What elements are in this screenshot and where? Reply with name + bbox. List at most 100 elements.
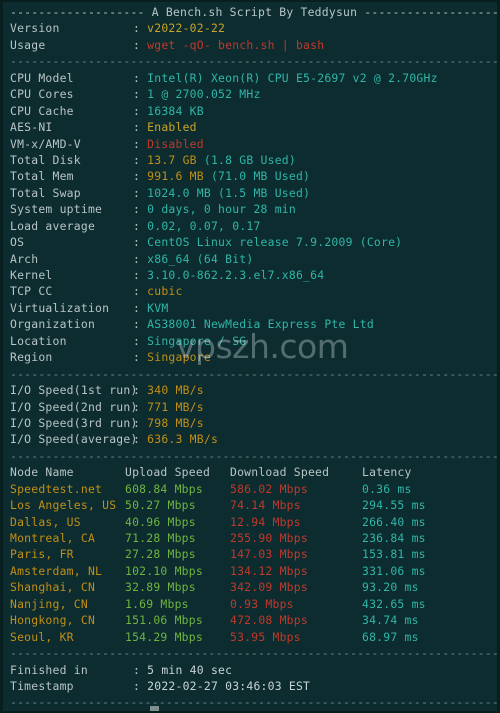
system-info-value: CentOS Linux release 7.9.2009 (Core) [147,235,403,250]
version-row: Version: v2022-02-22 [3,20,497,36]
speedtest-rows: Speedtest.net 608.84 Mbps 586.02 Mbps 0.36 … [3,481,497,645]
speedtest-download-speed: 147.03 Mbps [230,547,308,562]
system-info-row: Location: Singapore / SG [3,333,497,349]
separator-line: ----------------------------------------… [10,54,497,69]
system-info-label: Virtualization [10,300,110,315]
finished-in-row: Finished in: 5 min 40 sec [3,662,497,678]
speedtest-latency: 68.97 ms [362,629,419,644]
column-header-node-name: Node Name [10,465,74,480]
terminal-cursor [150,706,159,711]
system-info-value: 0 days, 0 hour 28 min [147,202,296,217]
speedtest-node-name: Dallas, US [10,514,81,529]
speedtest-node-name: Montreal, CA [10,531,96,545]
system-info-label: Organization [10,317,96,332]
system-info-label: Region [10,350,53,365]
system-info-value: 0.02, 0.07, 0.17 [147,218,261,233]
system-info-row: Region: Singapore [3,349,497,365]
io-speed-value: 798 MB/s [147,415,204,430]
system-info-label: Load average [10,218,96,233]
system-info-row: Total Disk: 13.7 GB (1.8 GB Used) [3,152,497,168]
system-info-value-suffix: (71.0 MB Used) [203,169,311,184]
io-speed-label: I/O Speed(1st run) [10,383,138,398]
colon: : [133,399,148,414]
io-speed-block: I/O Speed(1st run): 340 MB/s I/O Speed(2n… [3,382,497,448]
speedtest-latency: 34.74 ms [362,613,419,628]
speedtest-download-speed: 134.12 Mbps [230,563,308,578]
system-info-label: Arch [10,251,39,266]
system-info-value: Singapore / SG [147,333,247,348]
colon: : [133,169,148,184]
colon: : [133,37,148,52]
system-info-row: Kernel: 3.10.0-862.2.3.el7.x86_64 [3,267,497,283]
speedtest-node-name: Amsterdam, NL [10,563,103,578]
system-info-row: CPU Cores: 1 @ 2700.052 MHz [3,86,497,102]
speedtest-download-speed: 53.95 Mbps [230,629,301,644]
system-info-label: Kernel [10,268,53,282]
speedtest-node-name: Paris, FR [10,547,74,562]
colon: : [133,350,148,365]
separator-line: ----------------------------------------… [10,646,497,661]
system-info-value: Disabled [147,136,204,151]
system-info-value: Singapore [147,350,211,365]
speedtest-upload-speed: 40.96 Mbps [125,514,196,529]
usage-label: Usage [10,37,46,52]
speedtest-download-speed: 342.09 Mbps [230,580,308,595]
system-info-value: 1024.0 MB [147,185,211,200]
terminal-window[interactable]: ------------------- A Bench.sh Script By… [0,0,500,713]
system-info-row: VM-x/AMD-V: Disabled [3,136,497,152]
system-info-label: OS [10,235,25,250]
system-info-label: Total Swap [10,185,81,200]
speedtest-upload-speed: 1.69 Mbps [125,596,189,611]
system-info-label: CPU Cache [10,103,74,118]
system-info-value: 3.10.0-862.2.3.el7.x86_64 [147,268,325,282]
column-header-download-speed: Download Speed [230,465,330,480]
speedtest-upload-speed: 27.28 Mbps [125,547,196,562]
colon: : [133,185,148,200]
system-info-row: Organization: AS38001 NewMedia Express P… [3,316,497,332]
speedtest-download-speed: 74.14 Mbps [230,498,301,513]
colon: : [133,284,148,299]
speedtest-upload-speed: 151.06 Mbps [125,613,203,628]
system-info-row: Load average: 0.02, 0.07, 0.17 [3,218,497,234]
speedtest-node-name: Nanjing, CN [10,596,88,611]
system-info-block: CPU Model: Intel(R) Xeon(R) CPU E5-2697 … [3,70,497,366]
colon: : [133,383,148,398]
separator-line: ----------------------------------------… [10,695,497,710]
speedtest-upload-speed: 608.84 Mbps [125,481,203,496]
separator-line: ----------------------------------------… [10,448,497,463]
timestamp-row: Timestamp: 2022-02-27 03:46:03 EST [3,678,497,694]
speedtest-row: Shanghai, CN 32.89 Mbps 342.09 Mbps 93.20 m… [3,579,497,595]
speedtest-download-speed: 472.08 Mbps [230,613,308,628]
colon: : [133,202,148,217]
speedtest-latency: 153.81 ms [362,547,426,562]
colon: : [133,120,148,135]
io-speed-value: 636.3 MB/s [147,432,219,447]
speedtest-node-name: Shanghai, CN [10,580,96,595]
speedtest-download-speed: 586.02 Mbps [230,481,308,496]
colon: : [133,87,148,102]
io-speed-row: I/O Speed(1st run): 340 MB/s [3,382,497,398]
system-info-row: AES-NI: Enabled [3,119,497,135]
io-speed-row: I/O Speed(average): 636.3 MB/s [3,431,497,447]
system-info-value: Intel(R) Xeon(R) CPU E5-2697 v2 @ 2.70GH… [147,70,438,85]
colon: : [133,218,148,233]
system-info-value: AS38001 NewMedia Express Pte Ltd [147,317,374,332]
speedtest-row: Los Angeles, US 50.27 Mbps 74.14 Mbps 294.5… [3,497,497,513]
colon: : [133,300,148,315]
speedtest-row: Seoul, KR 154.29 Mbps 53.95 Mbps 68.97 ms [3,629,497,645]
system-info-row: Total Swap: 1024.0 MB (1.5 MB Used) [3,185,497,201]
speedtest-latency: 266.40 ms [362,514,426,529]
timestamp-value: 2022-02-27 03:46:03 EST [147,678,311,693]
usage-row: Usage: wget -qO- bench.sh | bash [3,37,497,53]
speedtest-upload-speed: 32.89 Mbps [125,580,196,595]
io-speed-value: 340 MB/s [147,383,204,398]
system-info-label: TCP CC [10,284,53,299]
speedtest-latency: 432.65 ms [362,596,426,611]
speedtest-upload-speed: 102.10 Mbps [125,563,203,578]
system-info-row: Virtualization: KVM [3,300,497,316]
system-info-label: VM-x/AMD-V [10,136,81,151]
system-info-value-suffix: (1.5 MB Used) [210,185,311,200]
colon: : [133,662,148,677]
colon: : [133,432,148,447]
finished-in-value: 5 min 40 sec [147,662,233,677]
